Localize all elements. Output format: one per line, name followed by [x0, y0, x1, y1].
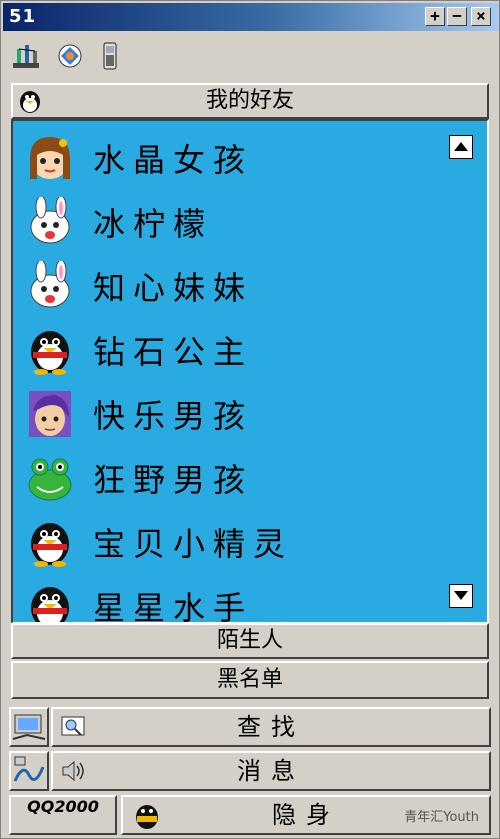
group-header-label: 我的好友 — [205, 88, 294, 113]
qq2000-logo-button[interactable]: QQ2000 — [9, 795, 117, 835]
messages-button[interactable]: 消息 — [51, 751, 491, 791]
search-label: 查找 — [237, 713, 305, 741]
watermark-text: 青年汇Youth — [404, 810, 479, 825]
maximize-button[interactable]: + — [425, 7, 445, 26]
messages-label: 消息 — [237, 757, 305, 785]
qq-main-window: 51 + − × 我的好友 水晶女孩 冰柠檬 知心妹妹 钻石公主 快乐男孩 狂野… — [0, 0, 500, 839]
minimize-button[interactable]: − — [447, 7, 467, 26]
scroll-down-button[interactable] — [449, 584, 473, 608]
friend-name: 知心妹妹 — [93, 269, 254, 307]
network-icon[interactable] — [11, 41, 41, 71]
white-rabbit-icon — [30, 197, 70, 244]
system-menu-button[interactable] — [9, 707, 49, 747]
mobile-phone-icon[interactable] — [95, 41, 125, 71]
boy-avatar-icon — [29, 391, 71, 437]
friend-name: 宝贝小精灵 — [93, 525, 294, 563]
penguin-icon — [31, 523, 69, 567]
status-invisible-button[interactable]: 隐身 青年汇Youth — [121, 795, 491, 835]
friend-list-item[interactable]: 星星水手 — [13, 575, 443, 624]
friend-name: 狂野男孩 — [93, 461, 254, 499]
friend-list-item[interactable]: 水晶女孩 — [13, 127, 443, 187]
blacklist-group-button[interactable]: 黑名单 — [11, 661, 489, 699]
mail-icon[interactable] — [55, 41, 85, 71]
friend-list-item[interactable]: 冰柠檬 — [13, 191, 443, 251]
my-friends-group-button[interactable]: 我的好友 — [11, 83, 489, 119]
penguin-icon — [31, 331, 69, 375]
strangers-label: 陌生人 — [216, 628, 283, 653]
scroll-up-button[interactable] — [449, 135, 473, 159]
qq2000-logo: QQ2000 — [27, 797, 99, 816]
friend-list-item[interactable]: 快乐男孩 — [13, 383, 443, 443]
blacklist-label: 黑名单 — [216, 667, 283, 692]
penguin-icon — [31, 587, 69, 622]
friend-name: 水晶女孩 — [93, 141, 254, 179]
invisible-label: 隐身 — [272, 801, 340, 829]
qq-penguin-icon — [20, 91, 40, 113]
friend-name: 冰柠檬 — [93, 205, 214, 243]
wave-icon — [13, 756, 45, 782]
strangers-group-button[interactable]: 陌生人 — [11, 623, 489, 659]
friend-list-item[interactable]: 知心妹妹 — [13, 255, 443, 315]
white-rabbit-icon — [30, 261, 70, 308]
services-button[interactable] — [9, 751, 49, 791]
toolbar — [3, 37, 499, 75]
friend-list-item[interactable]: 宝贝小精灵 — [13, 511, 443, 571]
monitor-icon — [12, 714, 46, 740]
window-title: 51 — [9, 6, 37, 27]
friend-list[interactable]: 水晶女孩冰柠檬知心妹妹钻石公主快乐男孩狂野男孩宝贝小精灵星星水手 — [11, 119, 489, 624]
frog-icon — [28, 458, 72, 501]
girl-avatar-icon — [30, 137, 70, 179]
speaker-icon — [62, 760, 84, 782]
search-button[interactable]: 查找 — [51, 707, 491, 747]
search-card-icon — [61, 716, 85, 736]
close-button[interactable]: × — [471, 7, 491, 26]
status-penguin-icon — [136, 805, 158, 829]
friend-list-item[interactable]: 狂野男孩 — [13, 447, 443, 507]
friend-name: 快乐男孩 — [93, 397, 254, 435]
title-bar[interactable]: 51 + − × — [3, 3, 499, 31]
friend-name: 钻石公主 — [93, 333, 254, 371]
friend-list-item[interactable]: 钻石公主 — [13, 319, 443, 379]
friend-name: 星星水手 — [93, 589, 254, 624]
